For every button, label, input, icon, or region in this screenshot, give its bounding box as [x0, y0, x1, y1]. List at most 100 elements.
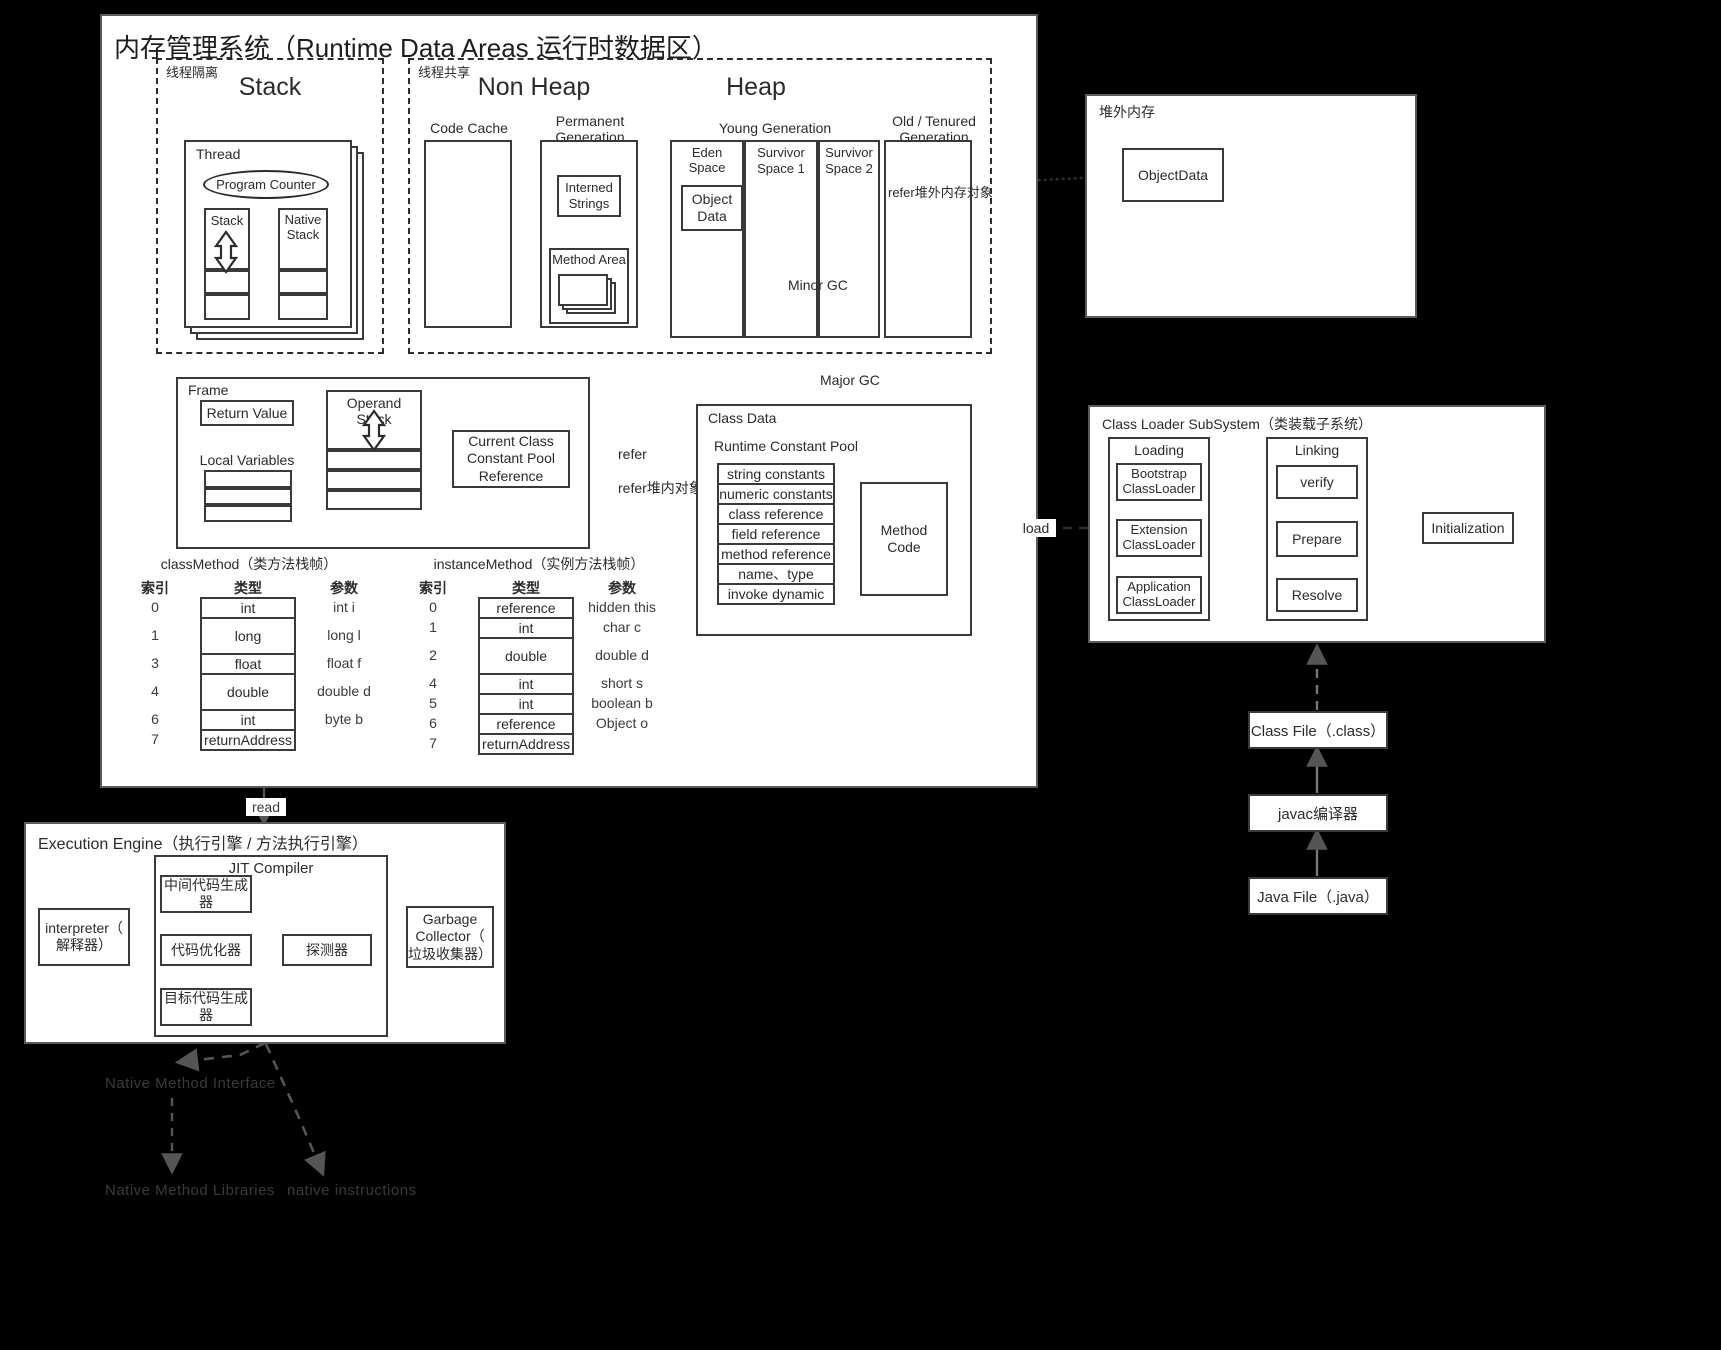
operand-stack-box: Operand Stack — [326, 390, 422, 450]
table-row-index: 5 — [429, 695, 437, 711]
local-var-slot-2 — [204, 488, 292, 505]
thread-stack-slot-2 — [204, 294, 250, 320]
table-row: reference — [478, 713, 574, 735]
resolve-box: Resolve — [1276, 578, 1358, 612]
runtime-constant-pool-label: Runtime Constant Pool — [714, 438, 858, 454]
frame-label: Frame — [188, 382, 229, 398]
runtime-constant-pool-list: string constants numeric constants class r… — [717, 463, 835, 605]
edge-engine-to-nmi — [174, 1041, 266, 1072]
table-row: int — [478, 673, 574, 695]
application-classloader-box: Application ClassLoader — [1116, 576, 1202, 614]
survivor-space-1-box: Survivor Space 1 — [744, 140, 818, 338]
table-row: int — [478, 617, 574, 639]
interned-strings-box: Interned Strings — [557, 175, 621, 217]
operand-stack-slot-2 — [326, 470, 422, 490]
off-heap-title: 堆外内存 — [1099, 104, 1155, 120]
off-heap-object-data-box: ObjectData — [1122, 148, 1224, 202]
interpreter-box: interpreter（ 解释器） — [38, 908, 130, 966]
table-row: int — [478, 693, 574, 715]
operand-stack-slot-3 — [326, 490, 422, 510]
table-row-index: 6 — [429, 715, 437, 731]
constant-pool-entry: class reference — [717, 503, 835, 525]
table-row-index: 4 — [151, 683, 159, 699]
extension-classloader-box: Extension ClassLoader — [1116, 519, 1202, 557]
constant-pool-entry: string constants — [717, 463, 835, 485]
verify-box: verify — [1276, 465, 1358, 499]
constant-pool-entry: numeric constants — [717, 483, 835, 505]
code-optimizer-box: 代码优化器 — [160, 934, 252, 966]
table-row-index: 0 — [429, 599, 437, 615]
table-row: returnAddress — [200, 729, 296, 751]
young-generation-label: Young Generation — [718, 120, 832, 136]
table-row-index: 6 — [151, 711, 159, 727]
native-method-libraries-label: Native Method Libraries — [105, 1182, 275, 1199]
class-method-header-type: 类型 — [234, 580, 262, 596]
thread-stack-slot-1 — [204, 270, 250, 294]
table-row: int — [200, 597, 296, 619]
initialization-box: Initialization — [1422, 512, 1514, 544]
constant-pool-entry: name、type — [717, 563, 835, 585]
table-row-param: short s — [600, 675, 643, 691]
class-method-header-param: 参数 — [330, 580, 358, 596]
instance-method-header-param: 参数 — [608, 580, 636, 596]
current-class-constant-pool-reference-box: Current Class Constant Pool Reference — [452, 430, 570, 488]
table-row-param: long l — [327, 627, 361, 643]
table-row: returnAddress — [478, 733, 574, 755]
table-row-param: float f — [326, 655, 362, 671]
old-tenured-box — [884, 140, 972, 338]
class-method-caption: classMethod（类方法栈帧） — [160, 556, 338, 572]
table-row: double — [478, 637, 574, 675]
read-label: read — [246, 798, 286, 816]
native-method-interface-label: Native Method Interface — [105, 1075, 276, 1092]
survivor-space-2-box: Survivor Space 2 — [818, 140, 880, 338]
table-row-param: boolean b — [591, 695, 653, 711]
table-row-param: double d — [595, 647, 649, 663]
table-row-index: 3 — [151, 655, 159, 671]
non-heap-title: Non Heap — [477, 73, 591, 101]
local-var-slot-3 — [204, 505, 292, 522]
intermediate-code-generator-box: 中间代码生成 器 — [160, 875, 252, 913]
instance-method-header-index: 索引 — [419, 580, 447, 596]
profiler-box: 探测器 — [282, 934, 372, 966]
table-row-index: 7 — [151, 731, 159, 747]
garbage-collector-box: Garbage Collector（ 垃圾收集器） — [406, 906, 494, 968]
table-row-index: 1 — [429, 619, 437, 635]
constant-pool-entry: invoke dynamic — [717, 583, 835, 605]
method-code-box: Method Code — [860, 482, 948, 596]
java-file-box: Java File（.java） — [1248, 877, 1388, 915]
table-row-index: 1 — [151, 627, 159, 643]
native-stack-slot-1 — [278, 270, 328, 294]
thread-label: Thread — [196, 146, 241, 162]
table-row: double — [200, 673, 296, 711]
edge-engine-to-native-instructions — [264, 1043, 326, 1177]
table-row-param: char c — [602, 619, 642, 635]
code-cache-label: Code Cache — [430, 120, 508, 136]
javac-box: javac编译器 — [1248, 794, 1388, 832]
eden-space-box: Eden Space — [670, 140, 744, 338]
table-row-param: Object o — [595, 715, 649, 731]
table-row-param: int i — [333, 599, 355, 615]
refer-inheap-label: refer堆内对象 — [618, 480, 703, 496]
table-row: int — [200, 709, 296, 731]
instance-method-caption: instanceMethod（实例方法栈帧） — [433, 556, 645, 572]
return-value-box: Return Value — [200, 400, 294, 426]
eden-object-data-box: Object Data — [681, 185, 743, 231]
method-area-class-1 — [558, 274, 608, 306]
table-row-param: double d — [317, 683, 371, 699]
execution-engine-title: Execution Engine（执行引擎 / 方法执行引擎） — [38, 836, 368, 853]
table-row: reference — [478, 597, 574, 619]
operand-stack-slot-1 — [326, 450, 422, 470]
table-row-param: byte b — [324, 711, 364, 727]
refer-offheap-label: refer堆外内存对象 — [888, 185, 993, 200]
table-row-param: hidden this — [588, 599, 656, 615]
stack-group-title: Stack — [238, 73, 302, 101]
heap-title: Heap — [726, 73, 786, 101]
thread-stack-label: Stack — [204, 208, 250, 270]
table-row: long — [200, 617, 296, 655]
load-label: load — [1016, 519, 1056, 537]
table-row-index: 0 — [151, 599, 159, 615]
local-variables-label: Local Variables — [199, 452, 295, 468]
instance-method-header-type: 类型 — [512, 580, 540, 596]
native-stack-slot-2 — [278, 294, 328, 320]
program-counter: Program Counter — [203, 170, 329, 199]
